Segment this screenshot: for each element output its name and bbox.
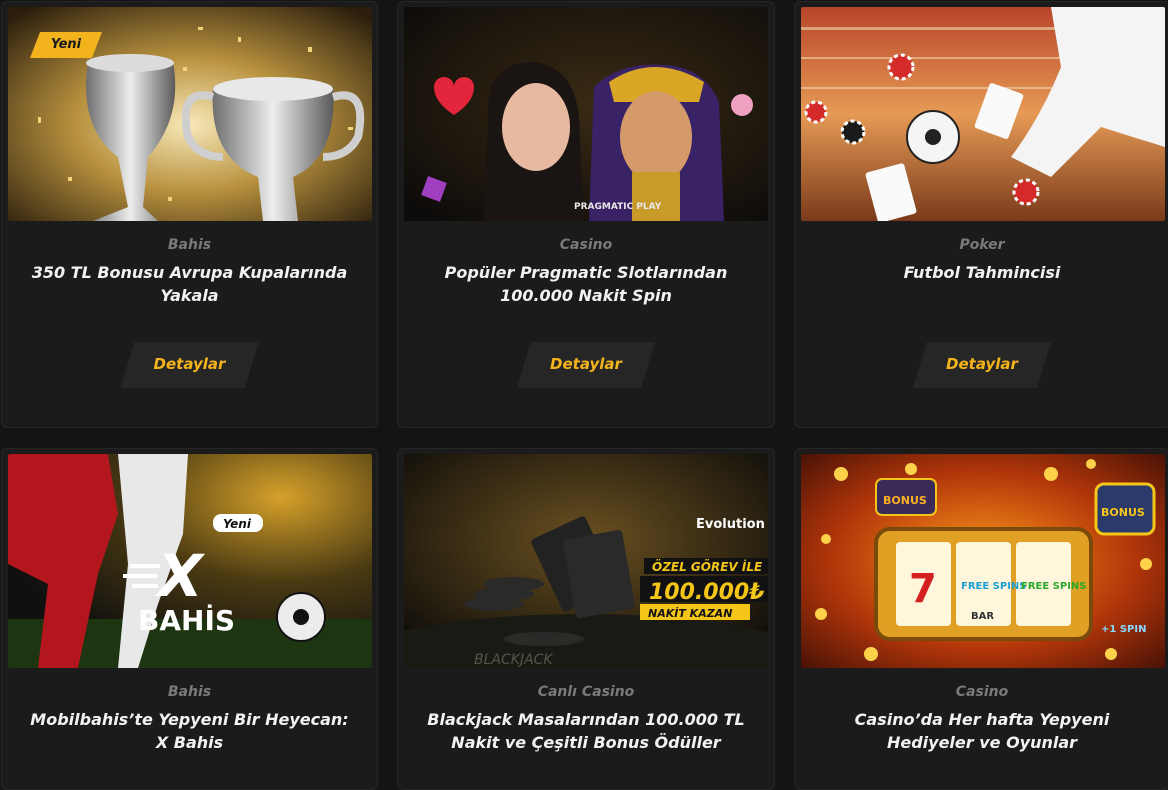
details-button[interactable]: Detaylar <box>913 342 1051 388</box>
special-task-text: ÖZEL GÖREV İLE <box>652 559 763 574</box>
promo-image-blackjack[interactable]: Evolution ÖZEL GÖREV İLE 100.000₺ NAKİT … <box>404 454 768 668</box>
card-category: Poker <box>959 237 1005 253</box>
card-category: Casino <box>955 684 1009 700</box>
card-title: Blackjack Masalarından 100.000 TL Nakit … <box>427 710 745 752</box>
evolution-logo-text: Evolution <box>696 517 765 532</box>
bahis-logo-text: BAHİS <box>138 603 235 637</box>
promo-card-4[interactable]: X BAHİS Yeni Bahis Mobilbahis’te Yepyeni… <box>1 448 378 790</box>
promo-image-football-poker[interactable] <box>801 7 1165 221</box>
details-button-label: Detaylar <box>946 355 1018 373</box>
extra-spin-text: +1 SPIN <box>1101 624 1146 635</box>
bonus-chest-text: BONUS <box>1101 506 1145 519</box>
new-badge: Yeni <box>30 32 102 58</box>
promo-image-slot-machine[interactable]: 7 FREE SPINS FREE SPINS BAR BONUS BONUS … <box>801 454 1165 668</box>
card-category: Bahis <box>167 684 212 700</box>
card-title: Mobilbahis’te Yepyeni Bir Heyecan: X Bah… <box>30 710 349 752</box>
promo-card-5[interactable]: Evolution ÖZEL GÖREV İLE 100.000₺ NAKİT … <box>397 448 775 790</box>
card-category: Casino <box>559 237 613 253</box>
blackjack-table-text: BLACKJACK <box>474 652 554 668</box>
details-button[interactable]: Detaylar <box>120 342 259 388</box>
free-spins-text: FREE SPINS <box>961 581 1027 592</box>
image-new-badge: Yeni <box>223 517 252 531</box>
free-spins-text-2: FREE SPINS <box>1021 581 1087 592</box>
card-title: Casino’da Her hafta Yepyeni Hediyeler ve… <box>854 710 1110 752</box>
pragmatic-logo-text: PRAGMATIC PLAY <box>574 202 662 212</box>
win-cash-text: NAKİT KAZAN <box>648 606 732 620</box>
new-badge-label: Yeni <box>50 37 82 52</box>
details-button-label: Detaylar <box>153 355 226 373</box>
bonus-sign-text: BONUS <box>883 494 927 507</box>
promo-card-6[interactable]: 7 FREE SPINS FREE SPINS BAR BONUS BONUS … <box>794 448 1168 790</box>
promo-image-x-bahis[interactable]: X BAHİS Yeni <box>8 454 372 668</box>
card-category: Canlı Casino <box>537 684 635 700</box>
promo-card-2[interactable]: PRAGMATIC PLAY Casino Popüler Pragmatic … <box>397 1 775 428</box>
x-logo-text: X <box>155 542 206 610</box>
card-title: Popüler Pragmatic Slotlarından 100.000 N… <box>444 263 728 305</box>
details-button-label: Detaylar <box>550 355 622 373</box>
card-title: Futbol Tahmincisi <box>903 263 1061 282</box>
promo-card-3[interactable]: Poker Futbol Tahmincisi Detaylar <box>794 1 1168 428</box>
bar-symbol-text: BAR <box>971 611 994 622</box>
prize-amount-text: 100.000₺ <box>649 580 765 605</box>
promo-card-1[interactable]: Yeni Bahis 350 TL Bonusu Avrupa Kupaları… <box>1 1 378 428</box>
promo-image-pragmatic-slots[interactable]: PRAGMATIC PLAY <box>404 7 768 221</box>
lucky-seven-text: 7 <box>909 566 937 612</box>
card-category: Bahis <box>167 237 212 253</box>
details-button[interactable]: Detaylar <box>517 342 655 388</box>
card-title: 350 TL Bonusu Avrupa Kupalarında Yakala <box>31 263 348 305</box>
